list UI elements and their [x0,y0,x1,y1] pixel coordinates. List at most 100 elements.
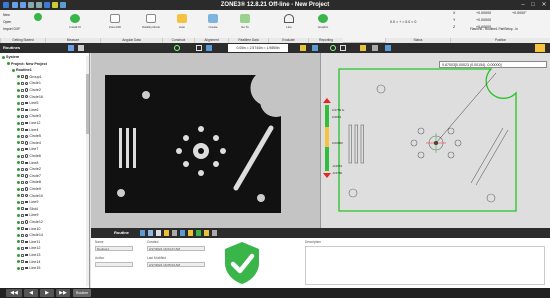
tree-item[interactable]: Line11 [17,240,40,245]
description-field[interactable] [305,246,545,285]
zoom-icon[interactable] [196,45,202,51]
tree-item[interactable]: Group1 [17,75,42,80]
visibility-icon[interactable] [21,114,24,118]
visibility-icon[interactable] [21,240,24,244]
tree-item[interactable]: Circle10 [17,194,43,199]
tree-item[interactable]: Circle4 [17,141,41,146]
new-button[interactable]: New [3,13,10,17]
tree-item[interactable]: Routine1 [12,68,32,73]
tree-item[interactable]: Circle7 [17,174,41,179]
tree-item[interactable]: System [2,55,19,60]
tree-item[interactable]: Line9 [17,200,38,205]
tree-item[interactable]: Line10 [17,227,40,232]
tree-item[interactable]: Circle8 [17,180,41,185]
tree-item[interactable]: Line13 [17,253,40,258]
visibility-icon[interactable] [21,167,24,171]
routine-tool-3-icon[interactable] [156,230,161,236]
cad-zoom-icon[interactable] [340,45,346,51]
tree-item[interactable]: Circle1 [17,81,41,86]
cad-view[interactable]: 0.67003[0.00023 (0.00154) -0.00000] 0.07… [320,53,550,228]
cad-highlight-icon[interactable] [360,45,366,51]
cad-view-icon[interactable] [385,45,391,51]
visibility-icon[interactable] [21,253,24,257]
tree-scroll-thumb[interactable] [86,74,89,134]
visibility-icon[interactable] [21,128,24,132]
rewind-button[interactable]: ◀◀ [6,289,22,297]
tree-item[interactable]: Line15 [17,266,40,271]
tree-item[interactable]: Line5 [17,101,38,106]
name-field[interactable]: Routine1 [95,246,133,251]
visibility-icon[interactable] [21,121,24,125]
routine-tool-10-icon[interactable] [212,230,217,236]
tree-item[interactable]: Circle16 [17,95,43,100]
circle-tool-icon[interactable] [174,45,180,51]
tree-item[interactable]: Circle14 [17,233,43,238]
visibility-icon[interactable] [21,200,24,204]
visibility-icon[interactable] [21,207,24,211]
visibility-icon[interactable] [21,75,24,79]
open-button[interactable]: Open [3,20,11,24]
visibility-icon[interactable] [21,213,24,217]
view-icon[interactable] [206,45,212,51]
play-button[interactable]: ▶ [40,289,54,297]
star-icon[interactable] [34,13,42,21]
routine-tool-8-icon[interactable] [196,230,201,236]
routine-tool-5-icon[interactable] [172,230,177,236]
visibility-icon[interactable] [21,227,24,231]
tree-item[interactable]: Project: New Project [7,62,47,67]
tree-item[interactable]: Line4 [17,128,38,133]
routine-tool-4-icon[interactable] [164,230,169,236]
cad-circle-icon[interactable] [330,45,336,51]
tree-item[interactable]: Line6 [17,108,38,113]
visibility-icon[interactable] [21,233,24,237]
visibility-icon[interactable] [21,266,24,270]
import-dxf-button[interactable]: Import DXF [3,27,20,31]
visibility-icon[interactable] [21,174,24,178]
cad-grid-icon[interactable] [372,45,378,51]
author-field[interactable] [95,262,133,267]
tree-item[interactable]: Line12 [17,246,40,251]
visibility-icon[interactable] [21,134,24,138]
tree-item[interactable]: Circle5 [17,134,41,139]
step-back-button[interactable]: ◀ [24,289,38,297]
tree-scrollbar[interactable] [86,56,89,286]
tree-item[interactable]: Line7 [17,147,38,152]
tree-item[interactable]: Line9 [17,213,38,218]
routine-tool-icon[interactable] [68,45,74,51]
minimize-button[interactable]: – [518,1,528,9]
tree-item[interactable]: Line14 [17,260,40,265]
tree-item[interactable]: Circle3 [17,114,41,119]
camera-view[interactable] [91,53,320,228]
routine-tool-1-icon[interactable] [140,230,145,236]
routine-tool-6-icon[interactable] [180,230,185,236]
tree-item[interactable]: Circle9 [17,187,41,192]
camera-icon[interactable] [312,45,318,51]
routine-tool-7-icon[interactable] [188,230,193,236]
visibility-icon[interactable] [21,88,24,92]
visibility-icon[interactable] [21,187,24,191]
visibility-icon[interactable] [21,101,24,105]
visibility-icon[interactable] [21,220,24,224]
step-forward-button[interactable]: ▶▶ [56,289,70,297]
close-button[interactable]: ✕ [539,1,549,9]
tree-item[interactable]: Slot4 [17,207,38,212]
visibility-icon[interactable] [21,180,24,184]
tree-item[interactable]: Circle2 [17,88,41,93]
visibility-icon[interactable] [21,147,24,151]
tree-item[interactable]: Line8 [17,161,38,166]
visibility-icon[interactable] [21,141,24,145]
light-icon[interactable] [300,45,306,51]
tree-item[interactable]: Circle2 [17,167,41,172]
tree-item[interactable]: Circle6 [17,154,41,159]
visibility-icon[interactable] [21,154,24,158]
visibility-icon[interactable] [21,246,24,250]
visibility-icon[interactable] [21,108,24,112]
routine-menu-icon[interactable] [78,45,84,51]
run-routine-button[interactable]: Routine [73,289,91,297]
routine-tool-9-icon[interactable] [204,230,209,236]
routine-tool-2-icon[interactable] [148,230,153,236]
tree-item[interactable]: Circle12 [17,220,43,225]
maximize-button[interactable]: □ [528,1,538,9]
visibility-icon[interactable] [21,81,24,85]
visibility-icon[interactable] [21,161,24,165]
